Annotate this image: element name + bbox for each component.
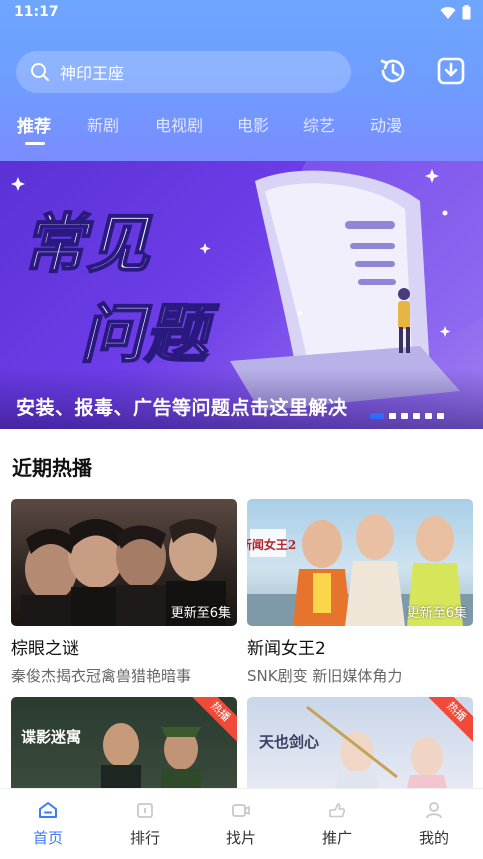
nav-find[interactable]: 找片 [211,799,271,848]
battery-icon [462,5,471,20]
banner-caption[interactable]: 安装、报毒、广告等问题点击这里解决 [16,393,348,420]
nav-promote[interactable]: 推广 [307,799,367,848]
banner-art-title-line1: 常见 [22,208,153,282]
carousel-dot[interactable] [437,413,444,419]
carousel-indicator [370,413,444,419]
share-icon [307,799,367,821]
nav-mine[interactable]: 我的 [404,799,464,848]
tab-new-drama[interactable]: 新剧 [87,112,119,136]
active-tab-indicator [25,142,45,145]
nav-label: 推广 [321,829,352,847]
video-thumbnail[interactable]: 新闻女王2 更新至6集 [247,499,473,626]
poster-logo: 天也剑心 [259,733,319,751]
nav-label: 我的 [418,829,449,847]
video-card[interactable]: 新闻女王2 更新至6集 新闻女王2 SNK剧变 新旧媒体角力 [247,499,473,686]
search-text: 神印王座 [60,64,125,83]
home-icon [18,799,78,821]
nav-label: 找片 [225,829,256,847]
video-card[interactable]: 谍影迷寓 热播 [11,697,237,788]
video-description: SNK剧变 新旧媒体角力 [247,667,403,685]
section-title: 近期热播 [12,456,92,480]
video-title[interactable]: 棕眼之谜 [11,634,237,659]
tab-movie[interactable]: 电影 [237,112,269,136]
wifi-icon [440,6,456,19]
history-icon [380,59,405,83]
status-bar: 11:17 [0,0,483,26]
carousel-dot[interactable] [413,413,420,419]
video-icon [211,799,271,821]
download-icon [437,57,465,85]
download-button[interactable] [434,54,468,88]
video-thumbnail[interactable]: 谍影迷寓 热播 [11,697,237,788]
status-time: 11:17 [14,4,59,20]
poster-logo: 新闻女王2 [247,537,296,552]
category-tabs: 推荐 新剧 电视剧 电影 综艺 动漫 [0,112,483,152]
user-icon [404,799,464,821]
video-thumbnail[interactable]: 天也剑心 热播 [247,697,473,788]
poster-art: 天也剑心 [259,705,447,788]
history-button[interactable] [376,54,410,88]
tab-recommend[interactable]: 推荐 [17,112,51,137]
nav-label: 排行 [129,829,160,847]
video-title[interactable]: 新闻女王2 [247,634,473,659]
video-card[interactable]: 更新至6集 棕眼之谜 秦俊杰揭衣冠禽兽猎艳暗事 [11,499,237,686]
tab-tv-series[interactable]: 电视剧 [155,112,203,136]
episode-badge: 更新至6集 [406,606,467,621]
nav-ranking[interactable]: 排行 [115,799,175,848]
header: 11:17 神印王座 推荐 新剧 电视剧 电影 综艺 动漫 [0,0,483,161]
video-description: 秦俊杰揭衣冠禽兽猎艳暗事 [11,667,192,685]
banner-carousel[interactable]: 常见 问题 安装、报毒、广告等问题点击这里解决 [0,161,483,429]
tab-variety[interactable]: 综艺 [303,112,335,136]
search-bar[interactable]: 神印王座 [16,51,351,93]
poster-art: 谍影迷寓 [21,723,201,788]
video-thumbnail[interactable]: 更新至6集 [11,499,237,626]
ranking-icon [115,799,175,821]
carousel-dot[interactable] [370,413,384,419]
nav-label: 首页 [32,829,63,847]
bottom-navigation: 首页 排行 找片 推广 我的 [0,788,483,859]
tab-anime[interactable]: 动漫 [370,112,402,136]
video-card[interactable]: 天也剑心 热播 [247,697,473,788]
carousel-dot[interactable] [425,413,432,419]
nav-home[interactable]: 首页 [18,799,78,848]
poster-logo: 谍影迷寓 [21,728,81,746]
episode-badge: 更新至6集 [170,606,231,621]
carousel-dot[interactable] [401,413,408,419]
carousel-dot[interactable] [389,413,396,419]
banner-art-title-line2: 问题 [80,298,220,372]
status-icons [440,5,471,20]
search-icon [31,63,49,81]
